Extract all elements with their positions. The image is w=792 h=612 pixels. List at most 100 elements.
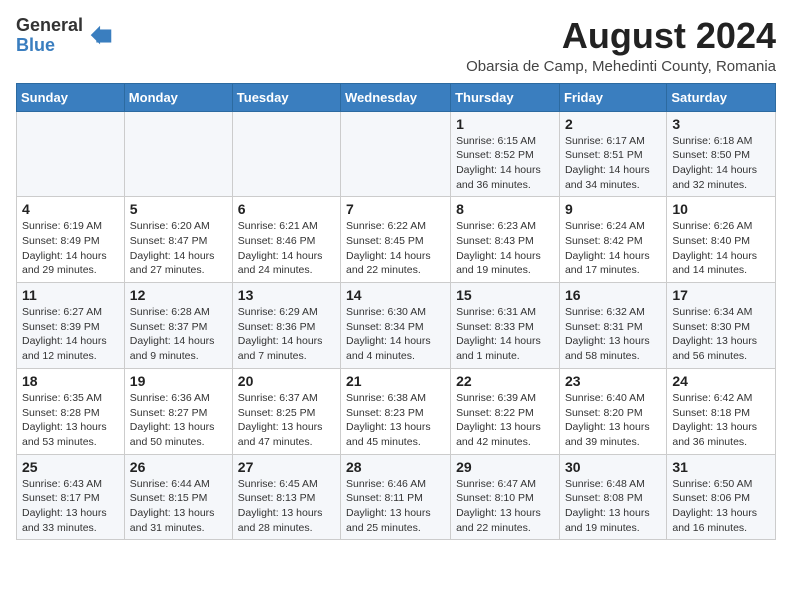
col-header-thursday: Thursday bbox=[451, 83, 560, 111]
day-number: 4 bbox=[22, 201, 119, 217]
logo-blue-text: Blue bbox=[16, 36, 83, 56]
calendar-cell: 6 Sunrise: 6:21 AM Sunset: 8:46 PM Daylig… bbox=[232, 197, 340, 283]
calendar-cell: 18 Sunrise: 6:35 AM Sunset: 8:28 PM Dayli… bbox=[17, 368, 125, 454]
day-number: 26 bbox=[130, 459, 227, 475]
day-info: Sunrise: 6:35 AM Sunset: 8:28 PM Dayligh… bbox=[22, 391, 119, 450]
day-info: Sunrise: 6:17 AM Sunset: 8:51 PM Dayligh… bbox=[565, 134, 661, 193]
calendar-row-0: 1 Sunrise: 6:15 AM Sunset: 8:52 PM Daylig… bbox=[17, 111, 776, 197]
calendar-row-1: 4 Sunrise: 6:19 AM Sunset: 8:49 PM Daylig… bbox=[17, 197, 776, 283]
day-info: Sunrise: 6:15 AM Sunset: 8:52 PM Dayligh… bbox=[456, 134, 554, 193]
calendar-cell: 8 Sunrise: 6:23 AM Sunset: 8:43 PM Daylig… bbox=[451, 197, 560, 283]
day-info: Sunrise: 6:40 AM Sunset: 8:20 PM Dayligh… bbox=[565, 391, 661, 450]
day-info: Sunrise: 6:45 AM Sunset: 8:13 PM Dayligh… bbox=[238, 477, 335, 536]
day-number: 18 bbox=[22, 373, 119, 389]
calendar-cell: 28 Sunrise: 6:46 AM Sunset: 8:11 PM Dayli… bbox=[341, 454, 451, 540]
day-number: 17 bbox=[672, 287, 770, 303]
col-header-tuesday: Tuesday bbox=[232, 83, 340, 111]
day-info: Sunrise: 6:23 AM Sunset: 8:43 PM Dayligh… bbox=[456, 219, 554, 278]
day-info: Sunrise: 6:19 AM Sunset: 8:49 PM Dayligh… bbox=[22, 219, 119, 278]
calendar-row-3: 18 Sunrise: 6:35 AM Sunset: 8:28 PM Dayli… bbox=[17, 368, 776, 454]
calendar-cell bbox=[232, 111, 340, 197]
day-info: Sunrise: 6:42 AM Sunset: 8:18 PM Dayligh… bbox=[672, 391, 770, 450]
day-info: Sunrise: 6:31 AM Sunset: 8:33 PM Dayligh… bbox=[456, 305, 554, 364]
day-number: 28 bbox=[346, 459, 445, 475]
logo-general-text: General bbox=[16, 16, 83, 36]
day-number: 8 bbox=[456, 201, 554, 217]
day-info: Sunrise: 6:29 AM Sunset: 8:36 PM Dayligh… bbox=[238, 305, 335, 364]
calendar-cell: 23 Sunrise: 6:40 AM Sunset: 8:20 PM Dayli… bbox=[559, 368, 666, 454]
col-header-saturday: Saturday bbox=[667, 83, 776, 111]
day-number: 14 bbox=[346, 287, 445, 303]
calendar-cell: 31Sunrise: 6:50 AM Sunset: 8:06 PM Dayli… bbox=[667, 454, 776, 540]
day-info: Sunrise: 6:44 AM Sunset: 8:15 PM Dayligh… bbox=[130, 477, 227, 536]
calendar-cell: 5 Sunrise: 6:20 AM Sunset: 8:47 PM Daylig… bbox=[124, 197, 232, 283]
calendar-cell: 1 Sunrise: 6:15 AM Sunset: 8:52 PM Daylig… bbox=[451, 111, 560, 197]
day-info: Sunrise: 6:36 AM Sunset: 8:27 PM Dayligh… bbox=[130, 391, 227, 450]
calendar-cell: 10Sunrise: 6:26 AM Sunset: 8:40 PM Dayli… bbox=[667, 197, 776, 283]
logo: General Blue bbox=[16, 16, 115, 56]
calendar-header: SundayMondayTuesdayWednesdayThursdayFrid… bbox=[17, 83, 776, 111]
calendar-cell: 14 Sunrise: 6:30 AM Sunset: 8:34 PM Dayli… bbox=[341, 283, 451, 369]
page-header: General Blue August 2024 Obarsia de Camp… bbox=[16, 16, 776, 75]
day-number: 21 bbox=[346, 373, 445, 389]
logo-icon bbox=[87, 22, 115, 50]
calendar-cell: 21Sunrise: 6:38 AM Sunset: 8:23 PM Dayli… bbox=[341, 368, 451, 454]
calendar-cell: 4 Sunrise: 6:19 AM Sunset: 8:49 PM Daylig… bbox=[17, 197, 125, 283]
day-info: Sunrise: 6:21 AM Sunset: 8:46 PM Dayligh… bbox=[238, 219, 335, 278]
day-number: 1 bbox=[456, 116, 554, 132]
calendar-cell bbox=[124, 111, 232, 197]
day-info: Sunrise: 6:22 AM Sunset: 8:45 PM Dayligh… bbox=[346, 219, 445, 278]
day-number: 23 bbox=[565, 373, 661, 389]
calendar-cell: 27 Sunrise: 6:45 AM Sunset: 8:13 PM Dayli… bbox=[232, 454, 340, 540]
calendar-cell: 19Sunrise: 6:36 AM Sunset: 8:27 PM Dayli… bbox=[124, 368, 232, 454]
day-info: Sunrise: 6:43 AM Sunset: 8:17 PM Dayligh… bbox=[22, 477, 119, 536]
calendar-cell: 20 Sunrise: 6:37 AM Sunset: 8:25 PM Dayli… bbox=[232, 368, 340, 454]
day-number: 15 bbox=[456, 287, 554, 303]
day-number: 31 bbox=[672, 459, 770, 475]
calendar-cell: 11 Sunrise: 6:27 AM Sunset: 8:39 PM Dayli… bbox=[17, 283, 125, 369]
day-number: 2 bbox=[565, 116, 661, 132]
day-number: 12 bbox=[130, 287, 227, 303]
day-info: Sunrise: 6:34 AM Sunset: 8:30 PM Dayligh… bbox=[672, 305, 770, 364]
day-number: 27 bbox=[238, 459, 335, 475]
calendar-cell: 22Sunrise: 6:39 AM Sunset: 8:22 PM Dayli… bbox=[451, 368, 560, 454]
calendar-cell bbox=[341, 111, 451, 197]
day-number: 7 bbox=[346, 201, 445, 217]
day-info: Sunrise: 6:30 AM Sunset: 8:34 PM Dayligh… bbox=[346, 305, 445, 364]
day-number: 11 bbox=[22, 287, 119, 303]
day-info: Sunrise: 6:39 AM Sunset: 8:22 PM Dayligh… bbox=[456, 391, 554, 450]
calendar-row-2: 11 Sunrise: 6:27 AM Sunset: 8:39 PM Dayli… bbox=[17, 283, 776, 369]
calendar-cell: 9 Sunrise: 6:24 AM Sunset: 8:42 PM Daylig… bbox=[559, 197, 666, 283]
calendar-cell: 15 Sunrise: 6:31 AM Sunset: 8:33 PM Dayli… bbox=[451, 283, 560, 369]
calendar-cell: 26 Sunrise: 6:44 AM Sunset: 8:15 PM Dayli… bbox=[124, 454, 232, 540]
day-number: 13 bbox=[238, 287, 335, 303]
day-number: 10 bbox=[672, 201, 770, 217]
day-number: 20 bbox=[238, 373, 335, 389]
calendar-cell: 17 Sunrise: 6:34 AM Sunset: 8:30 PM Dayli… bbox=[667, 283, 776, 369]
day-info: Sunrise: 6:46 AM Sunset: 8:11 PM Dayligh… bbox=[346, 477, 445, 536]
calendar-row-4: 25Sunrise: 6:43 AM Sunset: 8:17 PM Dayli… bbox=[17, 454, 776, 540]
calendar-cell: 29Sunrise: 6:47 AM Sunset: 8:10 PM Dayli… bbox=[451, 454, 560, 540]
col-header-sunday: Sunday bbox=[17, 83, 125, 111]
day-info: Sunrise: 6:24 AM Sunset: 8:42 PM Dayligh… bbox=[565, 219, 661, 278]
calendar-cell: 2 Sunrise: 6:17 AM Sunset: 8:51 PM Daylig… bbox=[559, 111, 666, 197]
day-info: Sunrise: 6:47 AM Sunset: 8:10 PM Dayligh… bbox=[456, 477, 554, 536]
calendar-cell: 7 Sunrise: 6:22 AM Sunset: 8:45 PM Daylig… bbox=[341, 197, 451, 283]
day-number: 6 bbox=[238, 201, 335, 217]
col-header-friday: Friday bbox=[559, 83, 666, 111]
calendar-cell: 25Sunrise: 6:43 AM Sunset: 8:17 PM Dayli… bbox=[17, 454, 125, 540]
day-info: Sunrise: 6:37 AM Sunset: 8:25 PM Dayligh… bbox=[238, 391, 335, 450]
day-number: 9 bbox=[565, 201, 661, 217]
month-title: August 2024 bbox=[466, 16, 776, 56]
day-info: Sunrise: 6:18 AM Sunset: 8:50 PM Dayligh… bbox=[672, 134, 770, 193]
col-header-monday: Monday bbox=[124, 83, 232, 111]
day-info: Sunrise: 6:48 AM Sunset: 8:08 PM Dayligh… bbox=[565, 477, 661, 536]
calendar-cell: 16Sunrise: 6:32 AM Sunset: 8:31 PM Dayli… bbox=[559, 283, 666, 369]
day-info: Sunrise: 6:20 AM Sunset: 8:47 PM Dayligh… bbox=[130, 219, 227, 278]
calendar-cell: 30Sunrise: 6:48 AM Sunset: 8:08 PM Dayli… bbox=[559, 454, 666, 540]
day-info: Sunrise: 6:27 AM Sunset: 8:39 PM Dayligh… bbox=[22, 305, 119, 364]
day-number: 5 bbox=[130, 201, 227, 217]
title-block: August 2024 Obarsia de Camp, Mehedinti C… bbox=[466, 16, 776, 75]
day-number: 16 bbox=[565, 287, 661, 303]
col-header-wednesday: Wednesday bbox=[341, 83, 451, 111]
